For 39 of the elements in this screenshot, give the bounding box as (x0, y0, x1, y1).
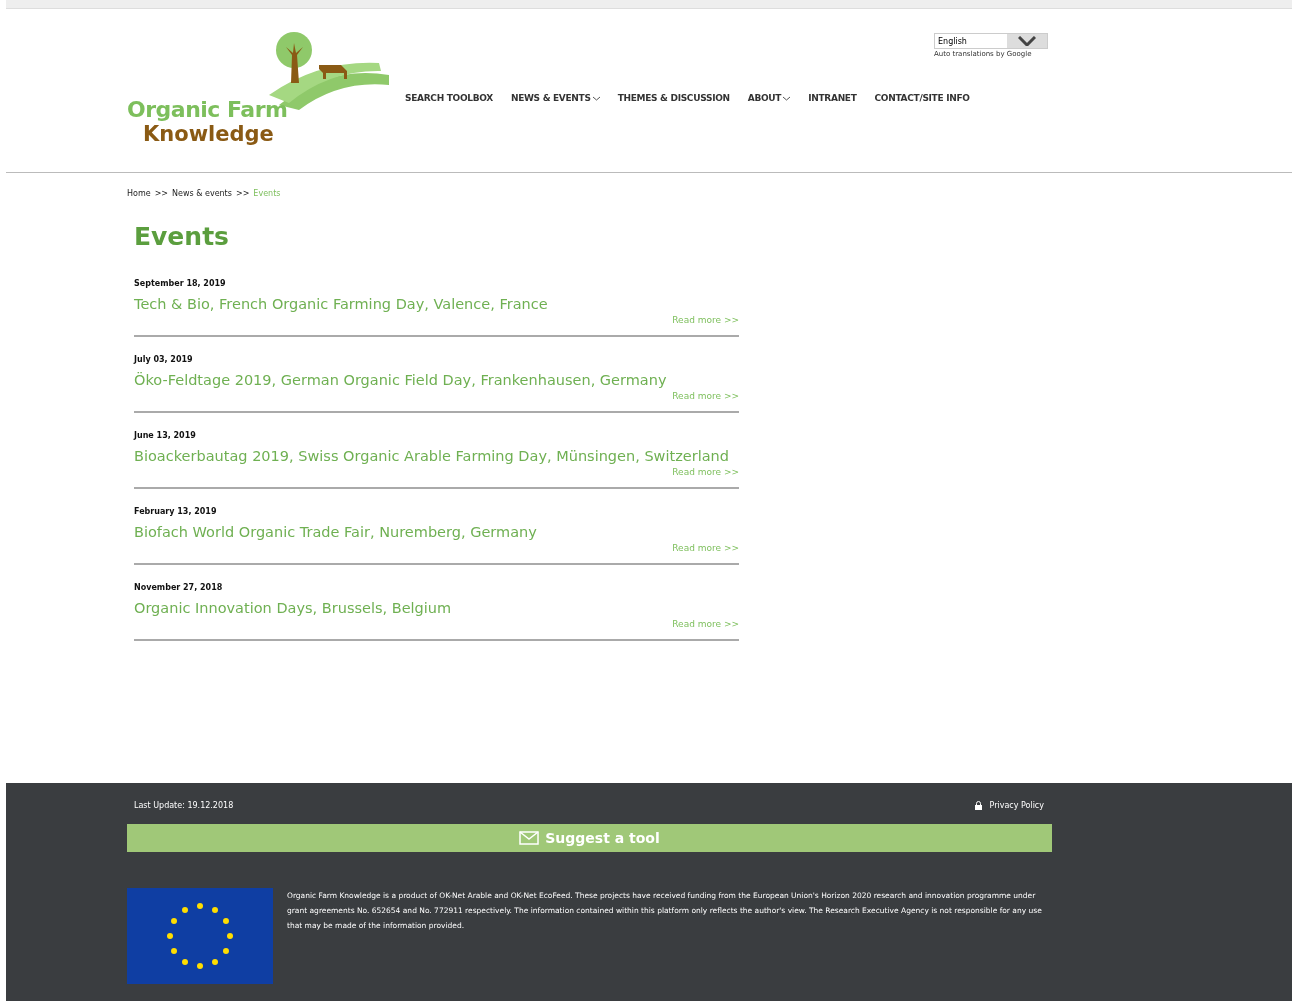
event-date: February 13, 2019 (134, 507, 218, 516)
suggest-tool-button[interactable]: Suggest a tool (127, 824, 1052, 852)
breadcrumb-link[interactable]: News & events (172, 189, 232, 198)
caret-icon (1018, 36, 1036, 46)
event-title-link[interactable]: Biofach World Organic Trade Fair, Nuremberg, Germany (134, 521, 739, 543)
breadcrumb-separator: >> (154, 189, 169, 198)
nav-link[interactable]: SEARCH TOOLBOX (405, 93, 493, 103)
logo-text: Knowledge (143, 122, 275, 146)
breadcrumb-link[interactable]: Home (127, 189, 151, 198)
privacy-link[interactable]: Privacy Policy (974, 801, 1044, 810)
event-title-link[interactable]: Tech & Bio, French Organic Farming Day, Valence, France (134, 293, 739, 315)
read-more-link[interactable]: Read more >> (672, 619, 739, 629)
event-title-link[interactable]: Organic Innovation Days, Brussels, Belgium (134, 597, 739, 619)
caret-icon (592, 95, 600, 101)
page-heading: Events (134, 222, 230, 251)
breadcrumb-separator: >> (235, 189, 250, 198)
nav-link[interactable]: INTRANET (808, 93, 857, 103)
nav-link[interactable]: ABOUT (747, 93, 791, 103)
language-select[interactable]: English (934, 33, 1048, 49)
last-update: Last Update: 19.12.2018 (134, 801, 234, 810)
event-date: November 27, 2018 (134, 583, 224, 592)
read-more-link[interactable]: Read more >> (672, 391, 739, 401)
read-more-link[interactable]: Read more >> (672, 543, 739, 553)
event-title-link[interactable]: Bioackerbautag 2019, Swiss Organic Arable Farming Day, Münsingen, Switzerland (134, 445, 739, 467)
read-more-link[interactable]: Read more >> (672, 467, 739, 477)
logo-text: Organic Farm (127, 97, 288, 122)
lock-icon (974, 801, 984, 810)
nav-link[interactable]: CONTACT/SITE INFO (874, 93, 970, 103)
nav-link[interactable]: NEWS & EVENTS (510, 93, 600, 103)
read-more-link[interactable]: Read more >> (672, 315, 739, 325)
caret-icon (783, 95, 791, 101)
mail-icon (519, 831, 540, 845)
nav-link[interactable]: THEMES & DISCUSSION (617, 93, 730, 103)
event-date: July 03, 2019 (134, 355, 194, 364)
event-title-link[interactable]: Öko-Feldtage 2019, German Organic Field Day, Frankenhausen, Germany (134, 369, 739, 391)
eu-flag-icon (127, 888, 273, 984)
event-date: June 13, 2019 (134, 431, 197, 440)
breadcrumb-link[interactable]: Events (253, 189, 281, 198)
event-date: September 18, 2019 (134, 279, 227, 288)
